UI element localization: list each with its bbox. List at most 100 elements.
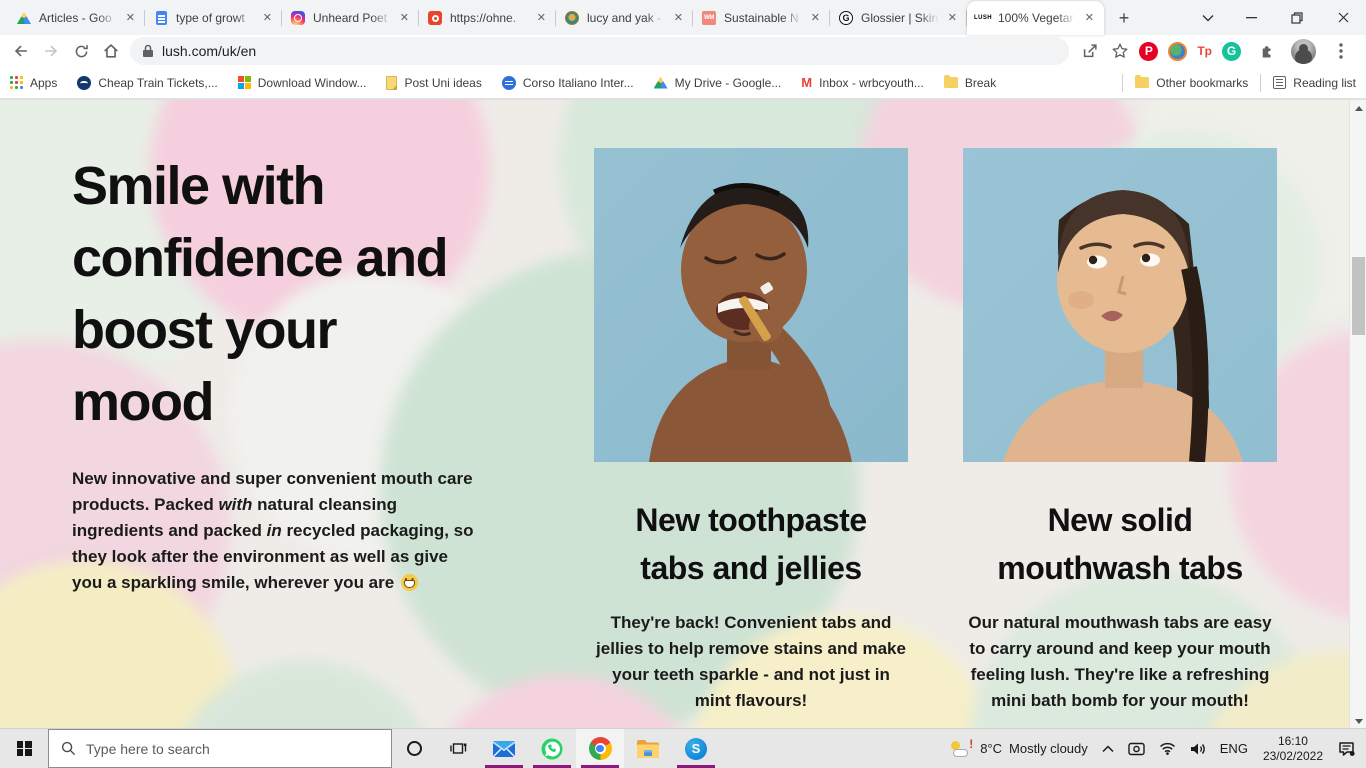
close-icon[interactable]: ✕ bbox=[261, 11, 274, 26]
language-indicator[interactable]: ENG bbox=[1213, 729, 1255, 768]
pinterest-extension-icon[interactable]: P bbox=[1139, 42, 1158, 61]
bookmark-label: Download Window... bbox=[258, 76, 367, 90]
clock-time: 16:10 bbox=[1278, 734, 1308, 749]
bookmark-star-icon[interactable] bbox=[1105, 37, 1135, 65]
meet-now-icon[interactable] bbox=[1121, 729, 1152, 768]
bookmark-download-windows[interactable]: Download Window... bbox=[238, 76, 367, 90]
page-title: Smile with confidence and boost your moo… bbox=[72, 150, 542, 438]
home-icon[interactable] bbox=[96, 37, 126, 65]
whatsapp-icon bbox=[540, 737, 564, 761]
cortana-button[interactable] bbox=[392, 729, 436, 768]
tab-sustainable[interactable]: WM Sustainable N ✕ bbox=[693, 1, 830, 35]
grammarly-extension-icon[interactable]: G bbox=[1222, 42, 1241, 61]
google-drive-icon bbox=[654, 77, 668, 89]
chrome-icon bbox=[589, 737, 612, 760]
task-view-button[interactable] bbox=[436, 729, 480, 768]
bookmark-my-drive[interactable]: My Drive - Google... bbox=[654, 76, 782, 90]
minimize-button[interactable] bbox=[1228, 0, 1274, 35]
taskbar-search-input[interactable]: Type here to search bbox=[48, 729, 392, 768]
bookmark-break[interactable]: Break bbox=[944, 76, 996, 90]
address-bar[interactable]: lush.com/uk/en bbox=[130, 37, 1069, 65]
reading-list-button[interactable]: Reading list bbox=[1273, 76, 1356, 90]
profile-avatar[interactable] bbox=[1291, 39, 1316, 64]
bookmark-corso-italiano[interactable]: Corso Italiano Inter... bbox=[502, 76, 634, 90]
trustpilot-extension-icon[interactable]: Tp bbox=[1197, 42, 1212, 61]
close-icon[interactable]: ✕ bbox=[672, 11, 685, 26]
tab-title: https://ohne. bbox=[450, 11, 528, 25]
scroll-down-icon[interactable] bbox=[1350, 713, 1366, 728]
bookmark-inbox[interactable]: M Inbox - wrbcyouth... bbox=[801, 76, 924, 90]
card-body: They're back! Convenient tabs and jellie… bbox=[594, 610, 908, 714]
taskbar-skype-button[interactable]: S bbox=[672, 729, 720, 768]
file-explorer-icon bbox=[636, 739, 660, 759]
bookmark-apps[interactable]: Apps bbox=[10, 76, 57, 90]
forward-icon[interactable] bbox=[36, 37, 66, 65]
apps-grid-icon bbox=[10, 76, 23, 89]
back-icon[interactable] bbox=[6, 37, 36, 65]
tray-chevron-up-icon[interactable] bbox=[1095, 729, 1121, 768]
reading-list-icon bbox=[1273, 76, 1286, 89]
reload-icon[interactable] bbox=[66, 37, 96, 65]
weather-temperature: 8°C bbox=[980, 741, 1002, 756]
mouthwash-card: New solid mouthwash tabs Our natural mou… bbox=[963, 148, 1277, 714]
close-icon[interactable]: ✕ bbox=[946, 11, 959, 26]
bookmark-label: Corso Italiano Inter... bbox=[523, 76, 634, 90]
scrollbar-thumb[interactable] bbox=[1352, 257, 1365, 335]
instagram-icon bbox=[290, 10, 306, 26]
lock-icon bbox=[142, 44, 154, 58]
tab-ohne[interactable]: https://ohne. ✕ bbox=[419, 1, 556, 35]
start-button[interactable] bbox=[0, 729, 48, 768]
tab-glossier[interactable]: G Glossier | Skin ✕ bbox=[830, 1, 967, 35]
vertical-scrollbar[interactable] bbox=[1349, 100, 1366, 728]
weather-cloud-icon: ! bbox=[951, 740, 973, 757]
tab-lush-active[interactable]: LUSH 100% Vegetar ✕ bbox=[967, 1, 1104, 35]
tab-type-of-growth[interactable]: type of growt ✕ bbox=[145, 1, 282, 35]
bookmarks-bar: Apps Cheap Train Tickets,... Download Wi… bbox=[0, 67, 1366, 99]
scroll-up-icon[interactable] bbox=[1350, 100, 1366, 116]
url-text[interactable]: lush.com/uk/en bbox=[162, 43, 256, 59]
extensions-puzzle-icon[interactable] bbox=[1251, 37, 1281, 65]
wifi-icon[interactable] bbox=[1152, 729, 1183, 768]
windows-taskbar: Type here to search S ! 8°C Mostly cloud… bbox=[0, 728, 1366, 768]
close-icon[interactable]: ✕ bbox=[124, 11, 137, 26]
close-icon[interactable]: ✕ bbox=[809, 11, 822, 26]
tab-unheard-poetry[interactable]: Unheard Poet ✕ bbox=[282, 1, 419, 35]
action-center-icon[interactable] bbox=[1331, 729, 1362, 768]
close-window-button[interactable] bbox=[1320, 0, 1366, 35]
bookmark-post-uni-ideas[interactable]: Post Uni ideas bbox=[386, 76, 481, 90]
task-view-icon bbox=[450, 741, 467, 756]
close-icon[interactable]: ✕ bbox=[535, 11, 548, 26]
close-icon[interactable]: ✕ bbox=[1083, 11, 1096, 26]
lucy-and-yak-icon bbox=[564, 10, 580, 26]
browser-menu-icon[interactable] bbox=[1326, 37, 1356, 65]
folder-icon bbox=[944, 77, 958, 88]
tab-title: lucy and yak - bbox=[587, 11, 665, 25]
share-icon[interactable] bbox=[1075, 37, 1105, 65]
bookmark-cheap-train-tickets[interactable]: Cheap Train Tickets,... bbox=[77, 76, 217, 90]
tab-title: 100% Vegetar bbox=[998, 11, 1076, 25]
taskbar-file-explorer-button[interactable] bbox=[624, 729, 672, 768]
restore-button[interactable] bbox=[1274, 0, 1320, 35]
close-icon[interactable]: ✕ bbox=[398, 11, 411, 26]
weather-widget[interactable]: ! 8°C Mostly cloudy bbox=[944, 729, 1095, 768]
hero-section: Smile with confidence and boost your moo… bbox=[72, 150, 542, 596]
volume-icon[interactable] bbox=[1183, 729, 1213, 768]
browser-toolbar: lush.com/uk/en P Tp G bbox=[0, 35, 1366, 67]
tab-articles[interactable]: Articles - Goo ✕ bbox=[8, 1, 145, 35]
tab-lucy-and-yak[interactable]: lucy and yak - ✕ bbox=[556, 1, 693, 35]
globe-extension-icon[interactable] bbox=[1168, 42, 1187, 61]
glossier-icon: G bbox=[838, 10, 854, 26]
lush-icon: LUSH bbox=[975, 10, 991, 26]
trainline-icon bbox=[77, 76, 91, 90]
tab-search-chevron-icon[interactable] bbox=[1188, 0, 1228, 35]
clock-widget[interactable]: 16:10 23/02/2022 bbox=[1255, 729, 1331, 768]
browser-tab-strip: Articles - Goo ✕ type of growt ✕ Unheard… bbox=[0, 0, 1366, 35]
other-bookmarks-button[interactable]: Other bookmarks bbox=[1135, 76, 1248, 90]
bookmark-label: Other bookmarks bbox=[1156, 76, 1248, 90]
new-tab-button[interactable]: + bbox=[1110, 4, 1138, 32]
taskbar-chrome-button[interactable] bbox=[576, 729, 624, 768]
taskbar-mail-button[interactable] bbox=[480, 729, 528, 768]
italki-icon bbox=[502, 76, 516, 90]
hero-paragraph: New innovative and super convenient mout… bbox=[72, 466, 478, 596]
taskbar-whatsapp-button[interactable] bbox=[528, 729, 576, 768]
